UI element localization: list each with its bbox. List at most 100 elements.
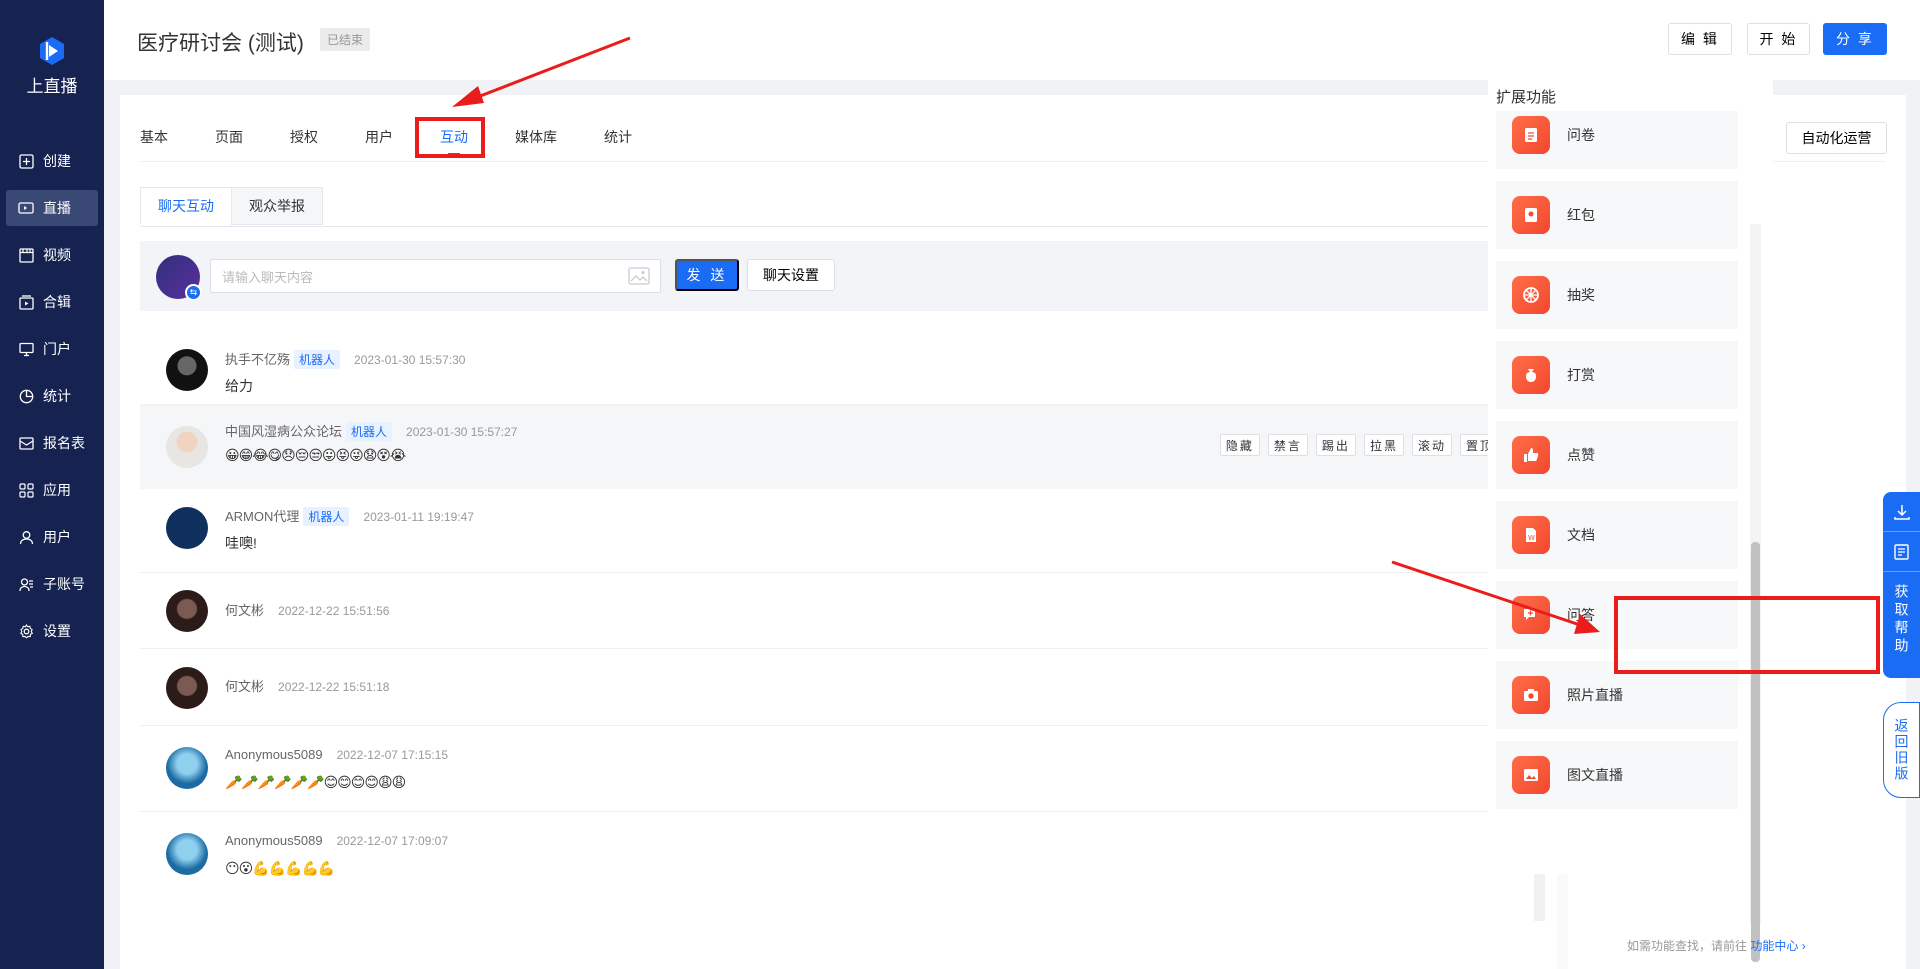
return-old-version-button[interactable]: 返回旧版	[1883, 702, 1920, 798]
message-time: 2023-01-11 19:19:47	[363, 510, 474, 524]
avatar	[166, 833, 208, 875]
ext-item-like[interactable]: 点赞	[1496, 421, 1738, 489]
extensions-footer-text: 如需功能查找，请前往	[1627, 939, 1748, 953]
get-help-button[interactable]: 获取帮助	[1892, 584, 1912, 656]
chat-input-placeholder: 请输入聊天内容	[222, 269, 314, 285]
avatar	[166, 349, 208, 391]
ext-item-label: 抽奖	[1567, 287, 1595, 303]
sidebar-item-label: 设置	[43, 623, 71, 639]
list-item: 何文彬 2022-12-22 15:51:56	[140, 573, 1568, 649]
ext-item-questionnaire[interactable]: 问卷	[1496, 111, 1738, 169]
subtab-chat[interactable]: 聊天互动	[140, 187, 232, 225]
sidebar-item-stats[interactable]: 统计	[6, 378, 98, 414]
extensions-title: 扩展功能	[1496, 89, 1557, 106]
kick-button[interactable]: 踢出	[1315, 434, 1356, 456]
chat-input[interactable]: 请输入聊天内容	[210, 259, 661, 293]
message-author: 何文彬	[225, 679, 265, 694]
share-button[interactable]: 分 享	[1823, 23, 1887, 55]
sidebar-item-label: 报名表	[43, 435, 85, 451]
message-time: 2022-12-07 17:15:15	[336, 748, 449, 762]
list-item: ARMON代理 机器人 2023-01-11 19:19:47 哇噢!	[140, 489, 1568, 573]
extensions-list: 问卷 红包 抽奖 打赏 点赞 W 文档 问答 照片直播 图文直播	[1496, 111, 1738, 811]
ext-item-lottery[interactable]: 抽奖	[1496, 261, 1738, 329]
tab-page[interactable]: 页面	[215, 119, 243, 155]
return-old-version-label: 返回旧版	[1893, 718, 1910, 782]
sidebar-item-label: 视频	[43, 247, 71, 263]
block-button[interactable]: 拉黑	[1363, 434, 1404, 456]
message-header: 何文彬 2022-12-22 15:51:18	[225, 676, 389, 695]
sidebar-item-portal[interactable]: 门户	[6, 331, 98, 367]
ext-item-document[interactable]: W 文档	[1496, 501, 1738, 569]
list-item: Anonymous5089 2022-12-07 17:09:07 😶😮💪💪💪💪💪	[140, 812, 1568, 898]
pie-chart-icon	[18, 388, 34, 404]
list-item: 中国风湿病公众论坛 机器人 2023-01-30 15:57:27 😀😁😂😋😞😔😒😛…	[140, 405, 1568, 489]
sidebar-item-video[interactable]: 视频	[6, 237, 98, 273]
tab-users[interactable]: 用户	[365, 119, 393, 155]
sidebar-item-apps[interactable]: 应用	[6, 472, 98, 508]
user-icon	[18, 529, 34, 545]
avatar	[166, 507, 208, 549]
send-button[interactable]: 发 送	[675, 259, 739, 291]
start-button[interactable]: 开 始	[1747, 23, 1810, 55]
video-camera-icon	[18, 200, 34, 216]
subtab-bar: 聊天互动 观众举报	[140, 187, 323, 225]
logo-icon	[40, 37, 64, 65]
chat-compose-area: ⇆ 请输入聊天内容 发 送 聊天设置	[140, 241, 1585, 311]
message-author: 何文彬	[225, 603, 265, 618]
subtab-divider	[140, 226, 1585, 227]
sidebar-item-create[interactable]: 创建	[6, 143, 98, 179]
message-time: 2023-01-30 15:57:27	[406, 425, 518, 439]
notes-icon[interactable]	[1883, 532, 1920, 572]
extensions-footer: 如需功能查找，请前往 功能中心 ›	[1627, 937, 1806, 954]
ext-item-image-text-live[interactable]: 图文直播	[1496, 741, 1738, 809]
sidebar-item-label: 子账号	[43, 576, 85, 592]
ext-item-reward[interactable]: 打赏	[1496, 341, 1738, 409]
feature-center-link[interactable]: 功能中心 ›	[1750, 939, 1805, 953]
sidebar-item-sub-accounts[interactable]: 子账号	[6, 566, 98, 602]
apps-grid-icon	[18, 482, 34, 498]
logo-text: 上直播	[26, 77, 78, 96]
download-icon[interactable]	[1883, 492, 1920, 532]
sidebar-item-label: 统计	[43, 388, 71, 404]
image-upload-icon[interactable]	[628, 267, 650, 285]
avatar[interactable]: ⇆	[156, 255, 202, 301]
sidebar-item-label: 创建	[43, 153, 71, 169]
message-time: 2022-12-22 15:51:56	[278, 604, 390, 618]
chat-settings-button[interactable]: 聊天设置	[747, 259, 835, 291]
app-logo[interactable]: 上直播	[0, 36, 104, 97]
switch-user-icon[interactable]: ⇆	[185, 284, 202, 301]
hide-button[interactable]: 隐藏	[1219, 434, 1260, 456]
sidebar-item-signup-form[interactable]: 报名表	[6, 425, 98, 461]
chat-message-list[interactable]: 执手不亿殇 机器人 2023-01-30 15:57:30 给力 中国风湿病公众论坛…	[140, 333, 1568, 917]
message-header: 执手不亿殇 机器人 2023-01-30 15:57:30	[225, 349, 465, 369]
film-icon	[18, 247, 34, 263]
sidebar-item-users[interactable]: 用户	[6, 519, 98, 555]
extensions-scrollbar[interactable]	[1750, 224, 1761, 962]
list-item: 执手不亿殇 机器人 2023-01-30 15:57:30 给力	[140, 337, 1568, 405]
message-content: 给力	[225, 378, 253, 394]
tab-stats[interactable]: 统计	[604, 119, 632, 155]
ext-item-red-packet[interactable]: 红包	[1496, 181, 1738, 249]
tab-auth[interactable]: 授权	[290, 119, 318, 155]
sidebar-item-collection[interactable]: 合辑	[6, 284, 98, 320]
ext-item-label: 问卷	[1567, 127, 1595, 143]
auto-ops-button[interactable]: 自动化运营	[1786, 122, 1887, 154]
scroll-button[interactable]: 滚动	[1411, 434, 1452, 456]
tab-basic[interactable]: 基本	[140, 119, 168, 155]
sidebar-item-label: 直播	[43, 200, 71, 216]
qa-chat-icon	[1512, 596, 1550, 634]
subtab-reports[interactable]: 观众举报	[231, 187, 323, 225]
edit-button[interactable]: 编 辑	[1668, 23, 1732, 55]
message-header: ARMON代理 机器人 2023-01-11 19:19:47	[225, 506, 474, 526]
message-header: 何文彬 2022-12-22 15:51:56	[225, 600, 389, 619]
mute-button[interactable]: 禁言	[1267, 434, 1308, 456]
collection-icon	[18, 294, 34, 310]
message-time: 2022-12-22 15:51:18	[278, 680, 390, 694]
message-time: 2022-12-07 17:09:07	[336, 834, 449, 848]
sidebar-item-live[interactable]: 直播	[6, 190, 98, 226]
tab-media-library[interactable]: 媒体库	[515, 119, 557, 155]
camera-icon	[1512, 676, 1550, 714]
sidebar-item-settings[interactable]: 设置	[6, 613, 98, 649]
tab-bar: 基本 页面 授权 用户 互动 媒体库 统计	[140, 119, 679, 155]
avatar	[166, 590, 208, 632]
